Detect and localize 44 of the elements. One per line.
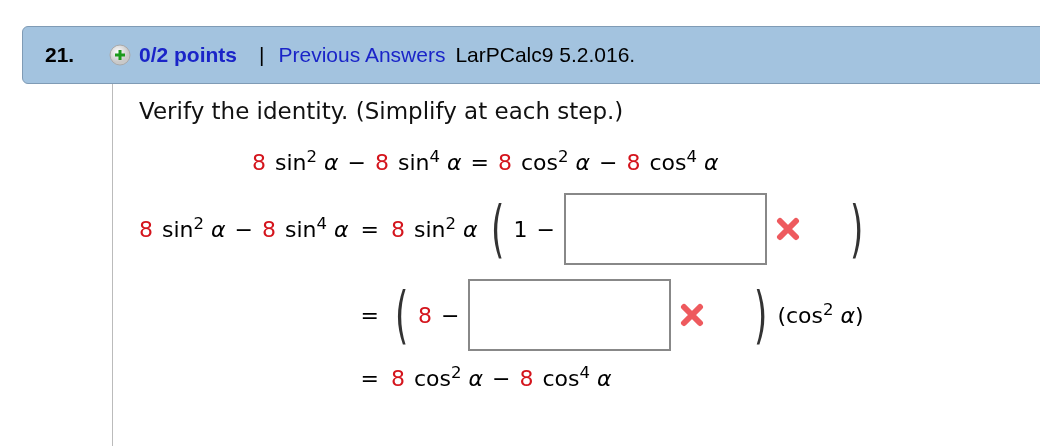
math-term: cos$^{4}$ α <box>649 149 719 175</box>
math-term: sin$^{4}$ α <box>398 149 462 175</box>
answer-field[interactable] <box>563 193 767 265</box>
math-term: sin$^{2}$ α <box>413 216 478 242</box>
coefficient: 8 <box>390 365 405 391</box>
operator: − <box>440 302 460 328</box>
coefficient: 8 <box>252 149 266 175</box>
coefficient: 8 <box>262 216 276 242</box>
equals-sign: = <box>360 216 379 242</box>
question-number: 21. <box>45 43 76 67</box>
coefficient: 8 <box>390 216 405 242</box>
math-term: cos$^{2}$ α <box>413 365 483 391</box>
problem-source: LarPCalc9 5.2.016. <box>455 43 636 67</box>
answer-field[interactable] <box>468 279 672 351</box>
coefficient: 8 <box>139 216 153 242</box>
operator: − <box>347 149 366 175</box>
operator: − <box>536 216 555 242</box>
math-term: 1 <box>513 216 528 242</box>
math-term: cos$^{4}$ α <box>542 365 612 391</box>
math-term: cos$^{2}$ α <box>520 149 590 175</box>
plus-icon[interactable] <box>109 44 131 66</box>
separator: | <box>259 43 265 67</box>
parenthesis: ( <box>395 284 405 346</box>
coefficient: 8 <box>519 365 534 391</box>
coefficient: 8 <box>626 149 641 175</box>
operator: = <box>470 149 489 175</box>
previous-answers-link[interactable]: Previous Answers <box>278 43 446 67</box>
parenthesis: ( <box>490 198 501 260</box>
coefficient: 8 <box>497 149 512 175</box>
parenthesis: ) <box>754 284 765 346</box>
math-term: sin$^{4}$ α <box>285 216 349 242</box>
math-term: sin$^{2}$ α <box>275 149 339 175</box>
operator: − <box>599 149 618 175</box>
parenthesis: ) <box>850 198 860 260</box>
equals-sign: = <box>360 365 379 391</box>
instruction-text: Verify the identity. (Simplify at each step.) <box>139 98 625 126</box>
points-link[interactable]: 0/2 points <box>139 43 238 67</box>
math-term: sin$^{2}$ α <box>162 216 226 242</box>
coefficient: 8 <box>417 302 432 328</box>
coefficient: 8 <box>375 149 389 175</box>
operator: − <box>234 216 253 242</box>
operator: − <box>492 365 511 391</box>
math-term: (cos$^{2}$ α) <box>777 302 864 328</box>
equals-sign: = <box>360 302 379 328</box>
